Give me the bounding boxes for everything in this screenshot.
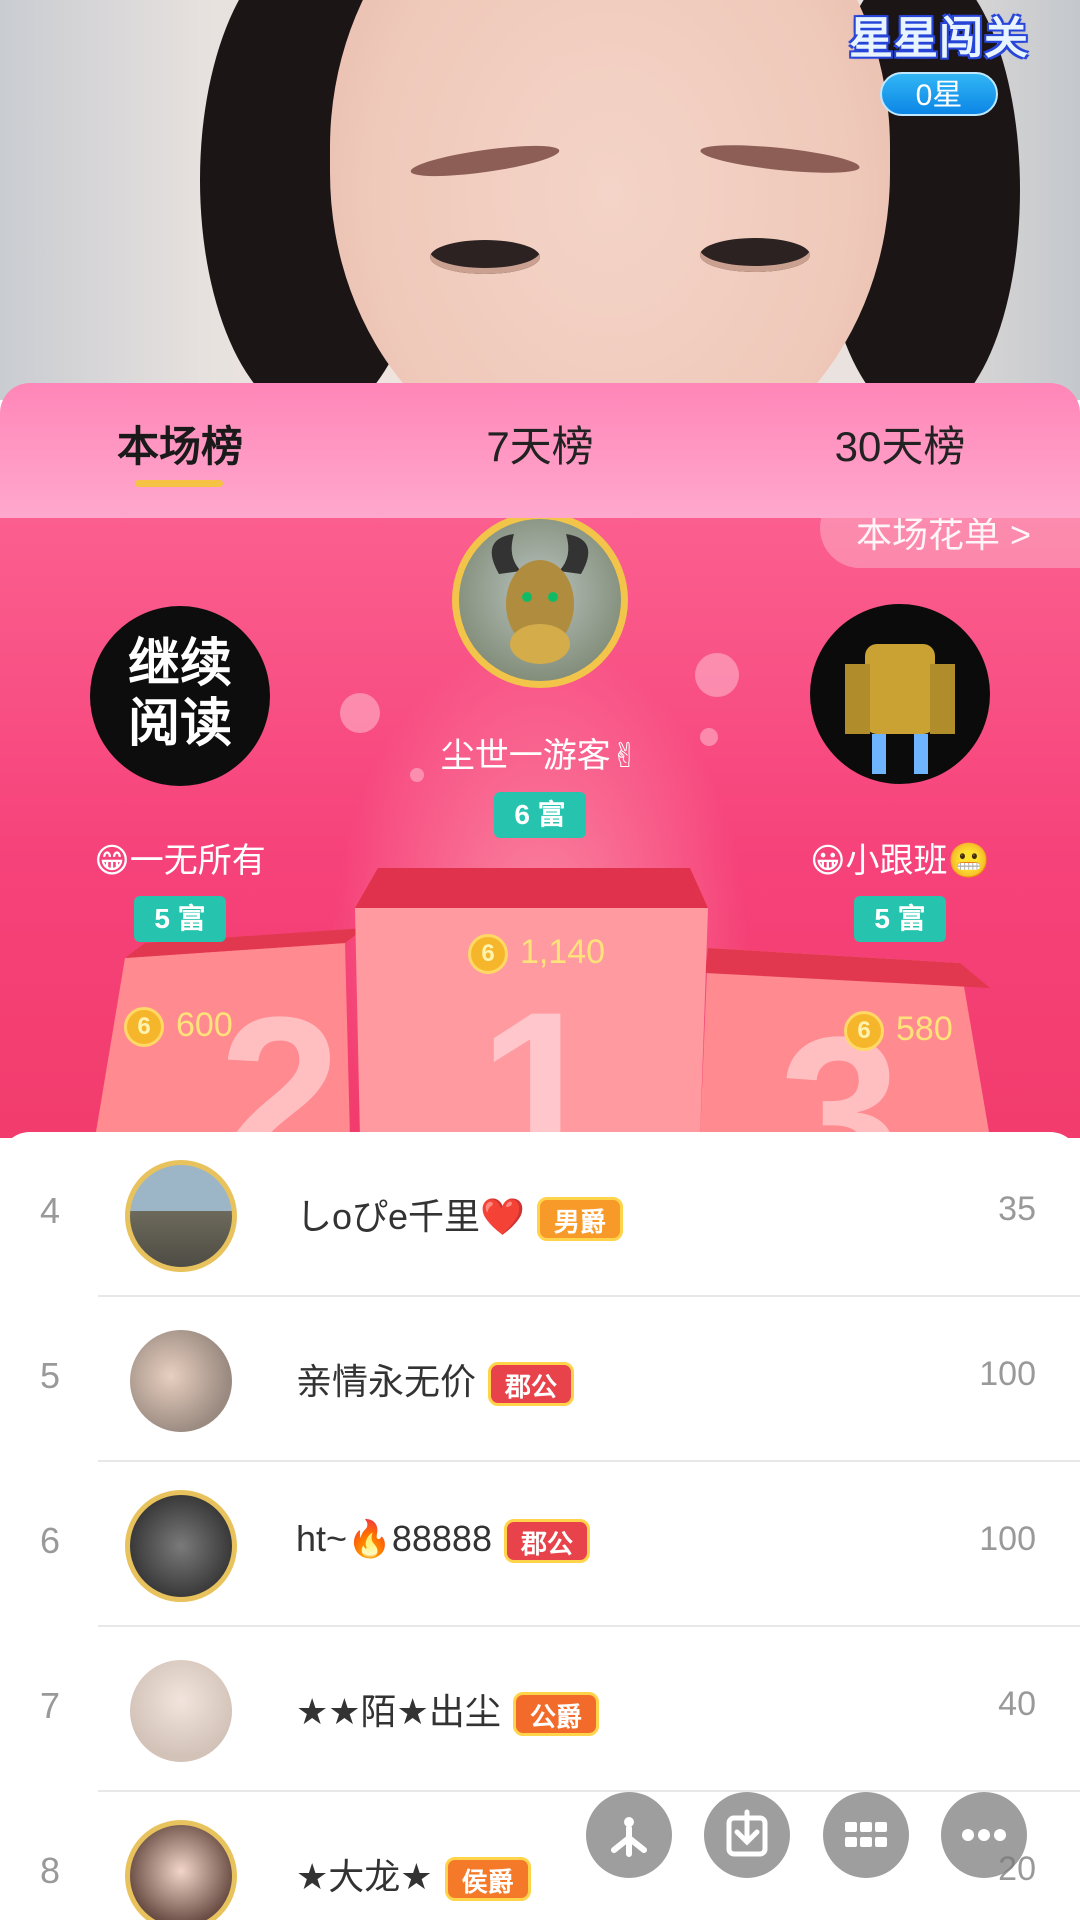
user-name: 亲情永无价 xyxy=(296,1361,477,1402)
podium-first-top xyxy=(355,868,708,908)
grid-icon xyxy=(845,1822,887,1847)
row-rank: 8 xyxy=(40,1850,61,1891)
share-icon xyxy=(611,1817,647,1857)
list-row-6[interactable]: 6 ht~🔥88888 郡公 100 xyxy=(0,1462,1080,1627)
row-rank: 4 xyxy=(40,1190,61,1231)
row-user: ★★陌★出尘 公爵 xyxy=(296,1683,599,1737)
user-avatar[interactable] xyxy=(125,1655,237,1767)
user-avatar[interactable] xyxy=(125,1325,237,1437)
podium-second-number: 2 xyxy=(218,971,342,1138)
download-icon xyxy=(726,1809,768,1857)
user-name: ht~🔥88888 xyxy=(296,1518,492,1559)
first-place-name: 尘世一游客✌ xyxy=(440,737,640,775)
title-badge: 郡公 xyxy=(503,1519,590,1564)
row-rank: 7 xyxy=(40,1685,61,1726)
user-name: しoぴe千里❤️ xyxy=(296,1196,525,1237)
list-row-7[interactable]: 7 ★★陌★出尘 公爵 40 xyxy=(0,1627,1080,1792)
second-place-coin-value: 600 xyxy=(176,1006,233,1044)
tab-this-session[interactable]: 本场榜 xyxy=(60,413,300,474)
coin-icon: 6 xyxy=(124,1007,164,1048)
first-place-coins: 6 1,140 xyxy=(468,933,606,975)
row-score: 40 xyxy=(998,1685,1036,1723)
star-challenge-title: 星星闯关 xyxy=(849,14,1029,63)
title-badge: 侯爵 xyxy=(444,1857,531,1902)
third-place-coin-value: 580 xyxy=(896,1010,953,1048)
streamer-eye-right xyxy=(700,238,810,272)
tab-7-days[interactable]: 7天榜 xyxy=(420,413,660,474)
ranking-list: 4 しoぴe千里❤️ 男爵 35 5 亲情永无价 郡公 100 6 ht~🔥8888… xyxy=(0,1132,1080,1920)
third-place-avatar[interactable] xyxy=(810,604,990,784)
user-avatar[interactable] xyxy=(125,1820,237,1920)
bull-avatar-icon xyxy=(491,534,589,664)
list-row-5[interactable]: 5 亲情永无价 郡公 100 xyxy=(0,1297,1080,1462)
second-place-name: 😁一无所有 xyxy=(94,842,266,880)
row-score: 100 xyxy=(979,1355,1036,1393)
ranking-tabs: 本场榜 7天榜 30天榜 xyxy=(0,383,1080,518)
row-rank: 5 xyxy=(40,1355,61,1396)
row-user: ht~🔥88888 郡公 xyxy=(296,1518,590,1564)
star-count-pill: 0星 xyxy=(880,72,998,116)
title-badge: 郡公 xyxy=(488,1362,575,1407)
star-challenge-badge[interactable]: 星星闯关 0星 xyxy=(844,0,1034,120)
row-user: ★大龙★ 侯爵 xyxy=(296,1848,531,1902)
more-icon xyxy=(962,1829,1006,1841)
third-place-coins: 6 580 xyxy=(844,1010,953,1052)
coin-icon: 6 xyxy=(844,1011,884,1052)
podium-first-number: 1 xyxy=(478,966,602,1138)
user-name: ★大龙★ xyxy=(296,1856,433,1897)
second-place-avatar[interactable]: 继续阅读 xyxy=(90,606,270,786)
list-row-4[interactable]: 4 しoぴe千里❤️ 男爵 35 xyxy=(0,1132,1080,1297)
robot-avatar-icon xyxy=(845,644,955,774)
first-place-coin-value: 1,140 xyxy=(520,933,606,971)
second-place-wealth-badge: 5 富 xyxy=(134,896,226,942)
row-score: 35 xyxy=(998,1190,1036,1228)
third-place-name: 😀小跟班😬 xyxy=(810,842,990,880)
top-three-podium: 本场花单 > 2 1 3 尘世一游客✌ 6 富 61,140 继续阅读 😁一无 xyxy=(0,518,1080,1138)
title-badge: 男爵 xyxy=(536,1197,623,1242)
tab-30-days[interactable]: 30天榜 xyxy=(780,413,1020,474)
title-badge: 公爵 xyxy=(512,1692,599,1737)
second-place-avatar-text: 继续阅读 xyxy=(127,635,232,753)
second-place-coins: 6 600 xyxy=(124,1006,233,1048)
row-user: 亲情永无价 郡公 xyxy=(296,1353,575,1407)
streamer-face xyxy=(330,0,890,400)
row-score: 100 xyxy=(979,1520,1036,1558)
more-button[interactable] xyxy=(941,1792,1027,1878)
user-name: ★★陌★出尘 xyxy=(296,1691,501,1732)
live-video: 星星闯关 0星 xyxy=(0,0,1080,400)
first-place-wealth-badge: 6 富 xyxy=(494,792,586,838)
apps-button[interactable] xyxy=(823,1792,909,1878)
first-place-avatar[interactable] xyxy=(452,518,628,688)
share-button[interactable] xyxy=(586,1792,672,1878)
streamer-eye-left xyxy=(430,240,540,274)
row-rank: 6 xyxy=(40,1520,61,1561)
row-user: しoぴe千里❤️ 男爵 xyxy=(296,1188,623,1242)
save-button[interactable] xyxy=(704,1792,790,1878)
coin-icon: 6 xyxy=(468,934,508,975)
user-avatar[interactable] xyxy=(125,1490,237,1602)
third-place-wealth-badge: 5 富 xyxy=(854,896,946,942)
list-row-8[interactable]: 8 ★大龙★ 侯爵 20 xyxy=(0,1792,1080,1920)
user-avatar[interactable] xyxy=(125,1160,237,1272)
active-tab-indicator xyxy=(135,480,223,487)
